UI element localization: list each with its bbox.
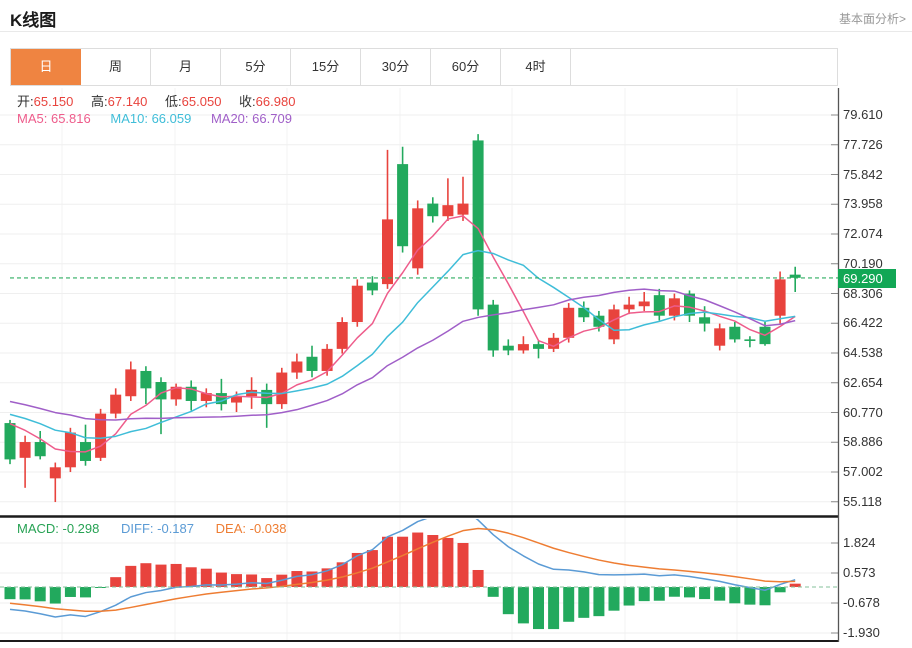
tab-day[interactable]: 日 xyxy=(11,49,81,85)
price-axis-label: 72.074 xyxy=(843,226,907,242)
close-value: 66.980 xyxy=(256,94,296,109)
macd-values-row: MACD: -0.298 DIFF: -0.187 DEA: -0.038 xyxy=(17,521,304,537)
price-axis-label: 77.726 xyxy=(843,137,907,153)
price-axis-label: 64.538 xyxy=(843,345,907,361)
kline-page: K线图 基本面分析> 日周月5分15分30分60分4时 开:65.150 高:6… xyxy=(0,0,912,648)
macd-axis-label: -1.930 xyxy=(843,625,907,641)
ma20-readout: MA20: 66.709 xyxy=(211,111,292,126)
macd-axis-label: 0.573 xyxy=(843,565,907,581)
tab-month[interactable]: 月 xyxy=(151,49,221,85)
title-divider xyxy=(0,31,912,32)
tab-60min[interactable]: 60分 xyxy=(431,49,501,85)
macd-axis-label: -0.678 xyxy=(843,595,907,611)
low-label: 低: xyxy=(165,94,182,109)
tab-30min[interactable]: 30分 xyxy=(361,49,431,85)
tab-4hour[interactable]: 4时 xyxy=(501,49,571,85)
price-axis-label: 62.654 xyxy=(843,375,907,391)
price-axis-label: 60.770 xyxy=(843,405,907,421)
ma5-readout: MA5: 65.816 xyxy=(17,111,91,126)
diff-readout: DIFF: -0.187 xyxy=(121,521,194,536)
dea-readout: DEA: -0.038 xyxy=(216,521,287,536)
high-label: 高: xyxy=(91,94,108,109)
price-axis-label: 70.190 xyxy=(843,256,907,272)
price-axis-label: 57.002 xyxy=(843,464,907,480)
close-label: 收: xyxy=(239,94,256,109)
fundamental-analysis-link[interactable]: 基本面分析> xyxy=(839,10,906,27)
ma10-readout: MA10: 66.059 xyxy=(110,111,191,126)
price-axis-label: 75.842 xyxy=(843,167,907,183)
tab-5min[interactable]: 5分 xyxy=(221,49,291,85)
period-tabbar: 日周月5分15分30分60分4时 xyxy=(10,48,838,86)
macd-readout: MACD: -0.298 xyxy=(17,521,99,536)
ohlc-row: 开:65.150 高:67.140 低:65.050 收:66.980 xyxy=(17,91,309,107)
macd-axis-label: 1.824 xyxy=(843,535,907,551)
low-value: 65.050 xyxy=(182,94,222,109)
tab-week[interactable]: 周 xyxy=(81,49,151,85)
price-axis-label: 66.422 xyxy=(843,315,907,331)
price-axis-label: 55.118 xyxy=(843,494,907,510)
ma-row: MA5: 65.816 MA10: 66.059 MA20: 66.709 xyxy=(17,111,308,127)
price-axis-label: 68.306 xyxy=(843,286,907,302)
price-axis-label: 58.886 xyxy=(843,434,907,450)
open-label: 开: xyxy=(17,94,34,109)
price-axis-label: 79.610 xyxy=(843,107,907,123)
price-axis-label: 73.958 xyxy=(843,196,907,212)
page-title: K线图 xyxy=(10,6,56,31)
tab-15min[interactable]: 15分 xyxy=(291,49,361,85)
open-value: 65.150 xyxy=(34,94,74,109)
high-value: 67.140 xyxy=(108,94,148,109)
